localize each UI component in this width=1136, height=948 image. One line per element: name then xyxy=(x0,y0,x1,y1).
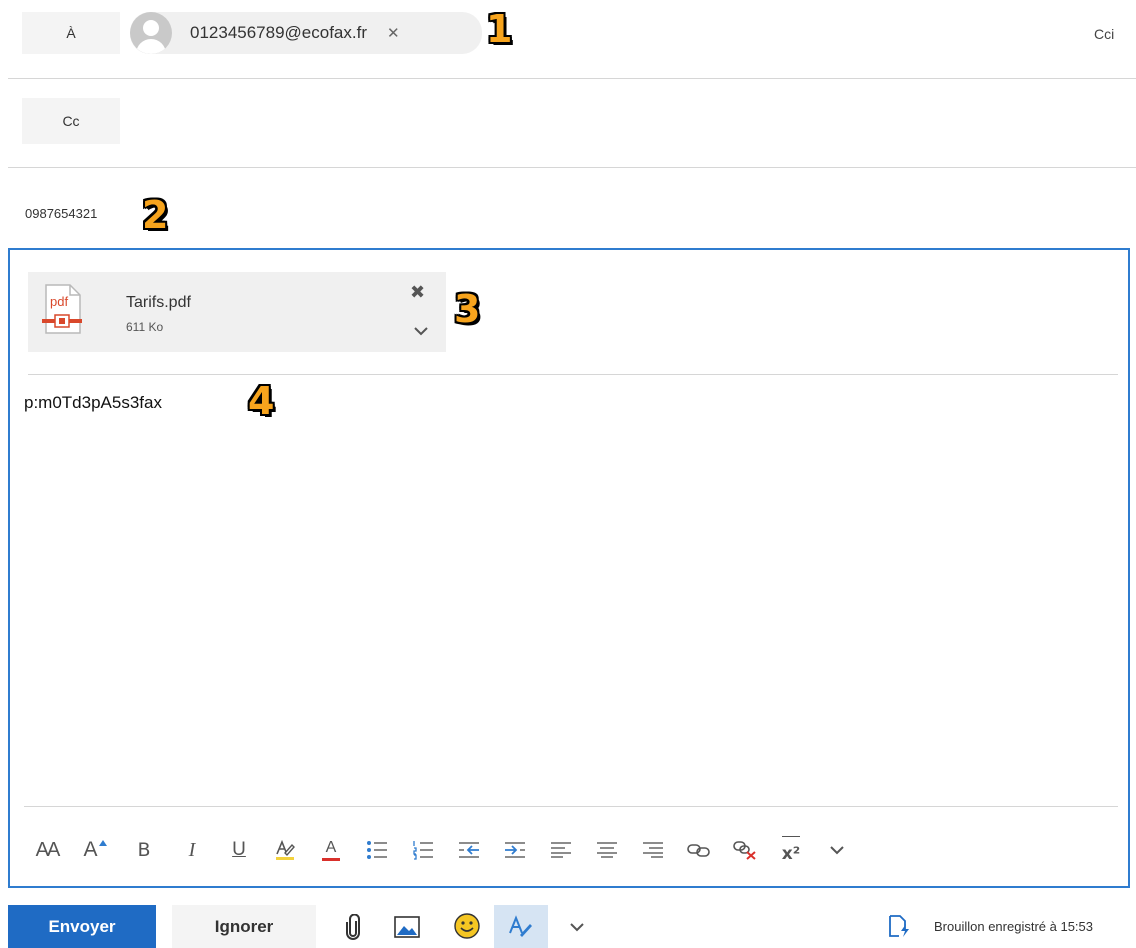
insert-image-icon[interactable] xyxy=(394,916,420,938)
recipient-chip[interactable]: 0123456789@ecofax.fr ✕ xyxy=(130,12,482,54)
divider xyxy=(24,806,1118,807)
pdf-file-icon xyxy=(42,284,82,334)
superscript-icon: x² xyxy=(781,835,801,865)
divider xyxy=(28,374,1118,375)
attachment-name: Tarifs.pdf xyxy=(126,294,191,311)
grow-font-button[interactable]: A xyxy=(70,832,120,868)
underline-button[interactable]: U xyxy=(216,832,262,868)
align-center-icon xyxy=(597,842,617,858)
emoji-icon[interactable] xyxy=(454,913,480,939)
paperclip-icon[interactable] xyxy=(345,914,361,940)
underline-icon: U xyxy=(232,839,246,860)
remove-link-button[interactable] xyxy=(722,832,768,868)
chip-remove-icon[interactable]: ✕ xyxy=(387,24,400,42)
attachment-card[interactable]: pdf Tarifs.pdf 611 Ko ✖ xyxy=(28,272,446,352)
pdf-icon-label: pdf xyxy=(50,294,69,309)
italic-icon: I xyxy=(188,838,196,861)
align-left-button[interactable] xyxy=(538,832,584,868)
decrease-indent-button[interactable] xyxy=(446,832,492,868)
spelling-button[interactable] xyxy=(494,905,548,948)
annotation-badge-1: 1 xyxy=(486,7,513,51)
recipient-chip-email: 0123456789@ecofax.fr xyxy=(190,23,367,42)
send-button[interactable]: Envoyer xyxy=(8,905,156,948)
draft-status: Brouillon enregistré à 15:53 xyxy=(934,919,1093,934)
message-editor[interactable]: pdf Tarifs.pdf 611 Ko ✖ 3 p:m0Td3pA5s3fa… xyxy=(8,248,1130,888)
formatting-toolbar: AA A B I U A x² xyxy=(24,830,1114,870)
annotation-badge-3: 3 xyxy=(454,287,481,331)
increase-indent-icon xyxy=(505,842,525,858)
attachment-remove-icon[interactable]: ✖ xyxy=(410,282,425,303)
annotation-badge-4: 4 xyxy=(248,379,275,423)
bcc-button[interactable]: Cci xyxy=(1094,26,1114,42)
decrease-indent-icon xyxy=(459,842,479,858)
divider xyxy=(8,78,1136,79)
font-size-button[interactable]: AA xyxy=(24,832,70,868)
highlighter-icon xyxy=(276,839,295,860)
draft-saved-icon xyxy=(889,915,909,937)
chevron-down-icon[interactable] xyxy=(414,326,428,336)
insert-link-button[interactable] xyxy=(676,832,722,868)
annotation-badge-2: 2 xyxy=(142,193,169,237)
discard-label: Ignorer xyxy=(214,916,274,936)
cc-label: Cc xyxy=(62,113,80,129)
font-color-letter: A xyxy=(325,838,337,856)
spellcheck-icon xyxy=(509,914,532,937)
font-color-button[interactable]: A xyxy=(308,832,354,868)
superscript-button[interactable]: x² xyxy=(768,832,814,868)
increase-indent-button[interactable] xyxy=(492,832,538,868)
chevron-down-icon xyxy=(830,846,844,855)
send-label: Envoyer xyxy=(48,916,116,936)
divider xyxy=(8,167,1136,168)
to-button[interactable]: À xyxy=(22,12,120,54)
numbered-list-icon xyxy=(413,841,433,860)
font-color-icon: A xyxy=(322,838,340,861)
more-formatting-button[interactable] xyxy=(814,832,860,868)
discard-button[interactable]: Ignorer xyxy=(172,905,316,948)
italic-button[interactable]: I xyxy=(168,832,216,868)
align-right-button[interactable] xyxy=(630,832,676,868)
highlight-button[interactable] xyxy=(262,832,308,868)
bold-button[interactable]: B xyxy=(120,832,168,868)
link-icon xyxy=(687,844,710,857)
grow-font-icon: A xyxy=(83,838,98,861)
align-center-button[interactable] xyxy=(584,832,630,868)
numbered-list-button[interactable] xyxy=(400,832,446,868)
cc-button[interactable]: Cc xyxy=(22,98,120,144)
message-body-text[interactable]: p:m0Td3pA5s3fax xyxy=(24,393,162,413)
bullet-list-button[interactable] xyxy=(354,832,400,868)
attachment-size: 611 Ko xyxy=(126,320,164,334)
bullet-list-icon xyxy=(367,841,387,859)
avatar xyxy=(130,12,172,54)
bold-icon: B xyxy=(137,839,151,861)
chevron-down-icon[interactable] xyxy=(570,922,584,932)
superscript-label: x² xyxy=(781,843,801,864)
align-right-icon xyxy=(643,842,663,858)
font-size-icon: AA xyxy=(35,838,61,861)
caret-up-icon xyxy=(98,840,107,846)
subject-field[interactable]: 0987654321 xyxy=(25,206,97,221)
align-left-icon xyxy=(551,842,571,858)
unlink-icon xyxy=(733,841,756,860)
to-label: À xyxy=(66,25,76,41)
